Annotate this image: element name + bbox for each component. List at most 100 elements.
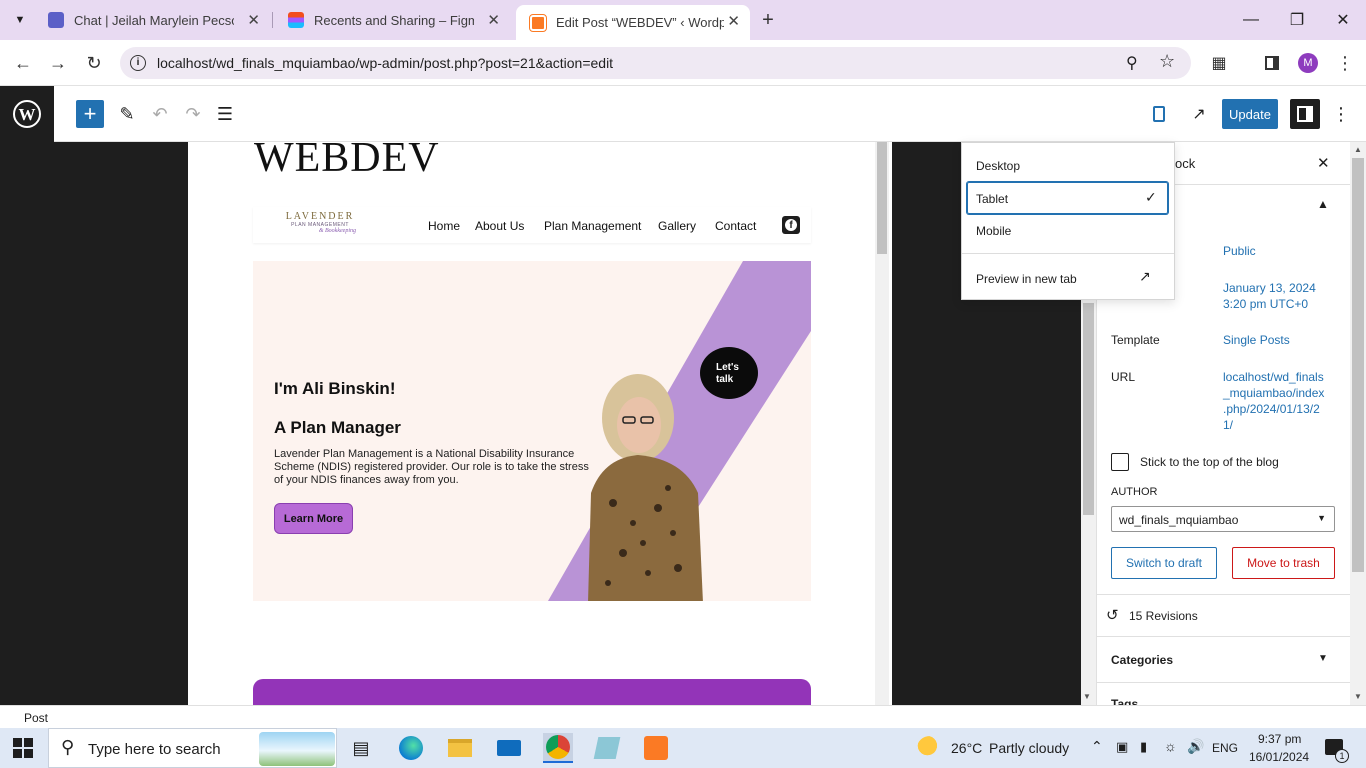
menu-item-tablet[interactable]: Tablet [976,192,1008,206]
file-explorer-icon[interactable] [445,733,475,763]
side-panel-icon[interactable] [1257,48,1287,78]
figma-icon [288,12,304,28]
wordpress-logo-button[interactable]: W [0,86,54,142]
site-title[interactable]: WEBDEV [254,134,440,182]
author-label: AUTHOR [1111,486,1158,498]
publish-time[interactable]: 3:20 pm UTC+0 [1223,296,1308,312]
search-icon: ⚲ [61,737,75,757]
add-block-button[interactable]: + [76,100,104,128]
template-value[interactable]: Single Posts [1223,332,1290,348]
battery-icon[interactable]: ▮ [1140,739,1147,755]
wifi-icon[interactable]: ☼ [1164,738,1177,754]
tags-panel-toggle[interactable]: Tags [1111,697,1138,705]
zoom-icon[interactable]: ⚲ [1126,53,1138,73]
window-close-button[interactable]: ✕ [1320,0,1366,40]
undo-icon[interactable]: ↶ [146,100,174,128]
permalink-value[interactable]: localhost/wd_finals _mquiambao/index .ph… [1223,369,1324,433]
browser-menu-icon[interactable]: ⋮ [1330,48,1360,78]
taskbar-search[interactable]: ⚲ Type here to search [48,728,337,768]
forward-button[interactable]: → [43,48,73,78]
tab-search-button[interactable]: ▼ [8,8,32,32]
switch-to-draft-button[interactable]: Switch to draft [1111,547,1217,579]
hero-section: Let's talk I'm Ali Binskin! A Plan Manag… [253,261,811,601]
tab-title: Recents and Sharing – Figma [314,12,474,28]
scroll-down-arrow[interactable]: ▼ [1083,692,1091,701]
notification-badge: 1 [1335,749,1349,763]
facebook-icon[interactable]: f [782,216,800,234]
visibility-value[interactable]: Public [1223,243,1256,259]
meet-now-icon[interactable]: ▣ [1116,739,1128,755]
chrome-icon[interactable] [543,733,573,763]
device-preview-button[interactable] [1145,100,1173,128]
author-select[interactable]: wd_finals_mquiambao ▼ [1111,506,1335,532]
menu-item-mobile[interactable]: Mobile [976,224,1011,238]
sidebar-divider [1097,636,1350,637]
mail-icon[interactable] [494,733,524,763]
sidebar-tab-block[interactable]: ock [1175,156,1195,171]
volume-icon[interactable]: 🔊 [1187,738,1204,755]
move-to-trash-button[interactable]: Move to trash [1232,547,1335,579]
clock-date[interactable]: 16/01/2024 [1249,750,1309,764]
reload-button[interactable]: ↻ [79,48,109,78]
frame-scrollbar-thumb[interactable] [877,142,887,254]
scroll-up-arrow[interactable]: ▲ [1354,145,1362,154]
editor-options-icon[interactable]: ⋮ [1327,100,1355,128]
wordpress-icon: W [13,100,41,128]
sticky-checkbox[interactable] [1111,453,1129,471]
weather-description[interactable]: Partly cloudy [989,740,1069,756]
new-tab-button[interactable]: + [756,8,780,32]
minimize-button[interactable]: — [1228,0,1274,40]
tools-pencil-icon[interactable]: ✎ [113,100,141,128]
weather-icon[interactable] [917,736,943,760]
restore-button[interactable]: ❐ [1274,0,1320,40]
nav-home[interactable]: Home [428,219,460,233]
learn-more-button[interactable]: Learn More [274,503,353,534]
notepad-icon[interactable] [592,733,622,763]
xampp-taskbar-icon[interactable] [641,733,671,763]
permalink-line: .php/2024/01/13/2 [1223,402,1320,416]
block-breadcrumb[interactable]: Post [24,711,48,725]
close-icon[interactable]: ✕ [247,11,260,29]
nav-about-us[interactable]: About Us [475,219,524,233]
edge-icon[interactable] [396,733,426,763]
nav-contact[interactable]: Contact [715,219,756,233]
publish-date[interactable]: January 13, 2024 [1223,280,1316,296]
teams-icon [48,12,64,28]
lets-talk-bubble[interactable]: Let's talk [700,347,758,399]
browser-tab[interactable]: Recents and Sharing – Figma ✕ [274,0,510,40]
task-view-icon[interactable]: ▤ [346,733,376,763]
profile-avatar[interactable]: M [1298,53,1318,73]
update-button[interactable]: Update [1222,99,1278,129]
close-sidebar-icon[interactable]: ✕ [1317,154,1330,172]
browser-tab-active[interactable]: Edit Post “WEBDEV” ‹ Wordpress ✕ [516,5,750,40]
scroll-down-arrow[interactable]: ▼ [1354,692,1362,701]
extensions-icon[interactable]: ▦ [1204,48,1234,78]
weather-temperature[interactable]: 26°C [951,740,982,756]
site-info-icon[interactable]: i [130,55,146,71]
windows-start-button[interactable] [12,737,34,759]
categories-panel-toggle[interactable]: Categories [1111,653,1173,667]
show-hidden-icons[interactable]: ⌃ [1091,738,1103,755]
nav-gallery[interactable]: Gallery [658,219,696,233]
menu-item-preview-new-tab[interactable]: Preview in new tab [976,272,1077,286]
view-post-icon[interactable]: ↗ [1185,100,1213,128]
bookmark-star-icon[interactable]: ☆ [1159,51,1175,72]
close-icon[interactable]: ✕ [487,11,500,29]
language-indicator[interactable]: ENG [1212,741,1238,755]
close-icon[interactable]: ✕ [727,12,740,30]
redo-icon[interactable]: ↷ [179,100,207,128]
settings-toggle-button[interactable] [1290,99,1320,129]
clock-time[interactable]: 9:37 pm [1258,732,1301,746]
nav-plan-management[interactable]: Plan Management [544,219,641,233]
revisions-link[interactable]: 15 Revisions [1129,609,1198,623]
address-bar[interactable]: i localhost/wd_finals_mquiambao/wp-admin… [120,47,1191,79]
back-button[interactable]: ← [8,48,38,78]
page-scrollbar-thumb[interactable] [1352,158,1364,572]
browser-tab[interactable]: Chat | Jeilah Marylein Pecson | M ✕ [34,0,270,40]
document-overview-icon[interactable]: ☰ [211,100,239,128]
chevron-up-icon[interactable]: ▲ [1317,197,1329,211]
canvas-scrollbar-thumb[interactable] [1083,303,1094,515]
xampp-icon [529,13,547,32]
menu-item-desktop[interactable]: Desktop [976,159,1020,173]
chevron-down-icon[interactable]: ▼ [1318,653,1328,664]
